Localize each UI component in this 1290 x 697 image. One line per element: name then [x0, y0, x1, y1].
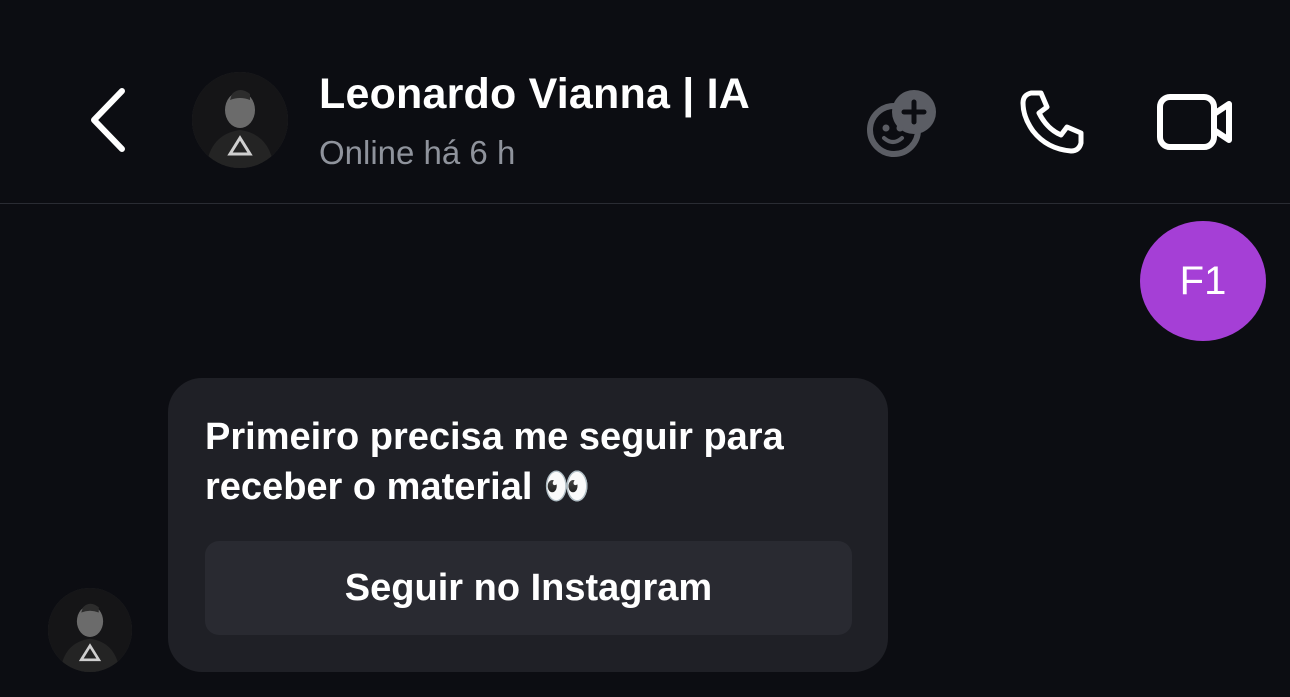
contact-avatar[interactable] [192, 72, 288, 168]
chat-screen: Leonardo Vianna | IA Online há 6 h F1 Pr… [0, 0, 1290, 697]
avatars-add-icon [867, 90, 936, 157]
sender-badge: F1 [1140, 221, 1266, 341]
chevron-left-icon [91, 88, 125, 152]
chat-header: Leonardo Vianna | IA Online há 6 h [0, 0, 1290, 204]
message-sender-avatar[interactable] [48, 588, 132, 672]
phone-icon [1020, 90, 1084, 154]
call-button[interactable] [1014, 84, 1090, 160]
back-button[interactable] [80, 84, 136, 156]
profile-photo [48, 588, 132, 672]
follow-on-instagram-button[interactable]: Seguir no Instagram [205, 541, 852, 635]
profile-photo [192, 72, 288, 168]
video-camera-icon [1157, 94, 1232, 150]
add-people-button[interactable] [864, 82, 944, 162]
online-status: Online há 6 h [319, 134, 516, 171]
incoming-message-bubble: Primeiro precisa me seguir para receber … [168, 378, 888, 672]
contact-name[interactable]: Leonardo Vianna | IA [319, 70, 750, 119]
message-text: Primeiro precisa me seguir para receber … [205, 416, 784, 508]
video-call-button[interactable] [1154, 84, 1236, 160]
